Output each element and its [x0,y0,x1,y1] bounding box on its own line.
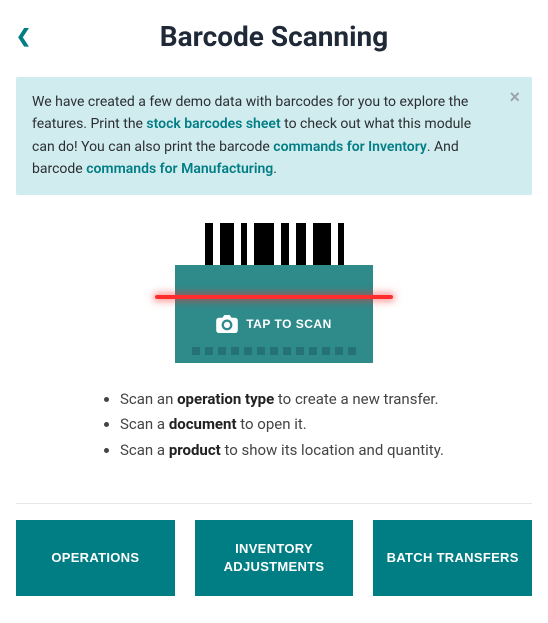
instruction-item: Scan an operation type to create a new t… [120,387,488,413]
stock-barcodes-link[interactable]: stock barcodes sheet [146,116,280,132]
scan-label: TAP TO SCAN [246,317,332,331]
instructions: Scan an operation type to create a new t… [0,387,548,464]
commands-manufacturing-link[interactable]: commands for Manufacturing [86,161,273,177]
instruction-item: Scan a document to open it. [120,412,488,438]
divider [16,503,532,504]
info-banner: We have created a few demo data with bar… [16,77,532,195]
banner-text-4: . [273,161,277,177]
scan-area: TAP TO SCAN [0,223,548,363]
page-title: Barcode Scanning [16,20,532,53]
barcode-lower: TAP TO SCAN [175,265,373,363]
barcode-dots [192,347,356,355]
scan-laser-line [155,295,393,299]
batch-transfers-button[interactable]: BATCH TRANSFERS [373,520,532,596]
tap-to-scan-button[interactable]: TAP TO SCAN [175,223,373,363]
header: ❮ Barcode Scanning [0,0,548,69]
back-button[interactable]: ❮ [16,26,31,47]
chevron-left-icon: ❮ [16,26,31,46]
close-banner-button[interactable]: × [509,87,520,108]
operations-button[interactable]: OPERATIONS [16,520,175,596]
inventory-adjustments-button[interactable]: INVENTORY ADJUSTMENTS [195,520,354,596]
commands-inventory-link[interactable]: commands for Inventory [273,139,427,155]
instruction-item: Scan a product to show its location and … [120,438,488,464]
camera-icon [216,315,238,333]
button-row: OPERATIONS INVENTORY ADJUSTMENTS BATCH T… [0,520,548,616]
close-icon: × [509,87,520,107]
